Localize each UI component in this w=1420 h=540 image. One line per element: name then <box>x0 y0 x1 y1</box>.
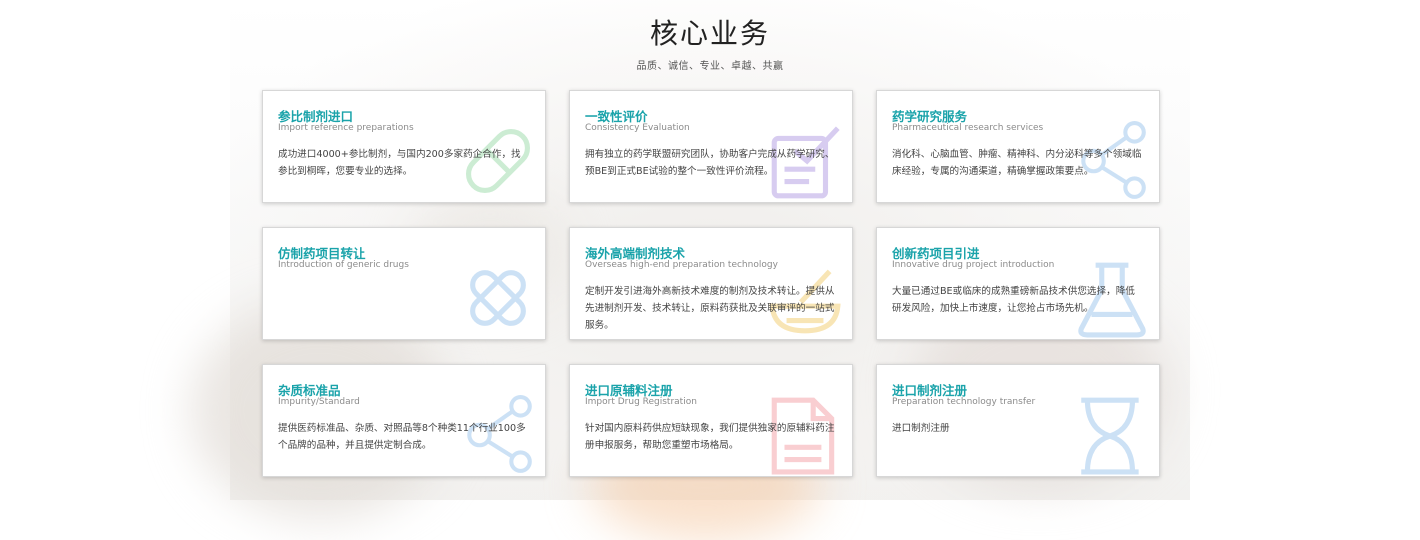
service-card-preparation-registration[interactable]: 进口制剂注册 Preparation technology transfer 进… <box>876 364 1160 477</box>
section-title: 核心业务 <box>649 17 770 50</box>
service-card-reference-import[interactable]: 参比制剂进口 Import reference preparations 成功进… <box>262 90 546 203</box>
service-card-consistency-evaluation[interactable]: 一致性评价 Consistency Evaluation 拥有独立的药学联盟研究… <box>569 90 853 203</box>
service-card-overseas-tech[interactable]: 海外高端制剂技术 Overseas high-end preparation t… <box>569 227 853 340</box>
card-subtitle: Pharmaceutical research services <box>892 123 1044 133</box>
service-card-api-registration[interactable]: 进口原辅料注册 Import Drug Registration 针对国内原料药… <box>569 364 853 477</box>
service-card-generic-transfer[interactable]: 仿制药项目转让 Introduction of generic drugs <box>262 227 546 340</box>
card-subtitle: Import reference preparations <box>278 123 414 133</box>
card-subtitle: Import Drug Registration <box>585 397 697 407</box>
card-subtitle: Innovative drug project introduction <box>892 260 1055 270</box>
card-description: 拥有独立的药学联盟研究团队，协助客户完成从药学研究、预BE到正式BE试验的整个一… <box>585 149 835 177</box>
card-description: 成功进口4000+参比制剂，与国内200多家药企合作，找参比到桐晖，您要专业的选… <box>278 149 521 177</box>
card-description: 大量已通过BE或临床的成熟重磅新品技术供您选择，降低研发风险，加快上市速度，让您… <box>892 286 1135 314</box>
section-header: 核心业务 品质、诚信、专业、卓越、共赢 <box>0 14 1420 72</box>
card-subtitle: Overseas high-end preparation technology <box>585 260 778 270</box>
section-subtitle: 品质、诚信、专业、卓越、共赢 <box>636 61 784 72</box>
card-subtitle: Preparation technology transfer <box>892 397 1036 407</box>
services-grid: 参比制剂进口 Import reference preparations 成功进… <box>262 90 1160 477</box>
card-subtitle: Consistency Evaluation <box>585 123 690 133</box>
card-subtitle: Introduction of generic drugs <box>278 260 409 270</box>
card-subtitle: Impurity/Standard <box>278 397 360 407</box>
service-card-pharma-research[interactable]: 药学研究服务 Pharmaceutical research services … <box>876 90 1160 203</box>
card-description: 定制开发引进海外高新技术难度的制剂及技术转让。提供从先进制剂开发、技术转让，原料… <box>585 286 835 331</box>
card-description: 针对国内原料药供应短缺现象，我们提供独家的原辅料药注册申报服务，帮助您重塑市场格… <box>585 423 835 451</box>
card-description: 提供医药标准品、杂质、对照品等8个种类11个行业100多个品牌的品种，并且提供定… <box>278 423 526 451</box>
card-description: 进口制剂注册 <box>892 423 950 434</box>
service-card-innovative-drug[interactable]: 创新药项目引进 Innovative drug project introduc… <box>876 227 1160 340</box>
service-card-impurity-standard[interactable]: 杂质标准品 Impurity/Standard 提供医药标准品、杂质、对照品等8… <box>262 364 546 477</box>
card-description: 消化科、心脑血管、肿瘤、精神科、内分泌科等多个领域临床经验，专属的沟通渠道，精确… <box>892 149 1142 177</box>
pills-cross-icon <box>457 257 539 339</box>
